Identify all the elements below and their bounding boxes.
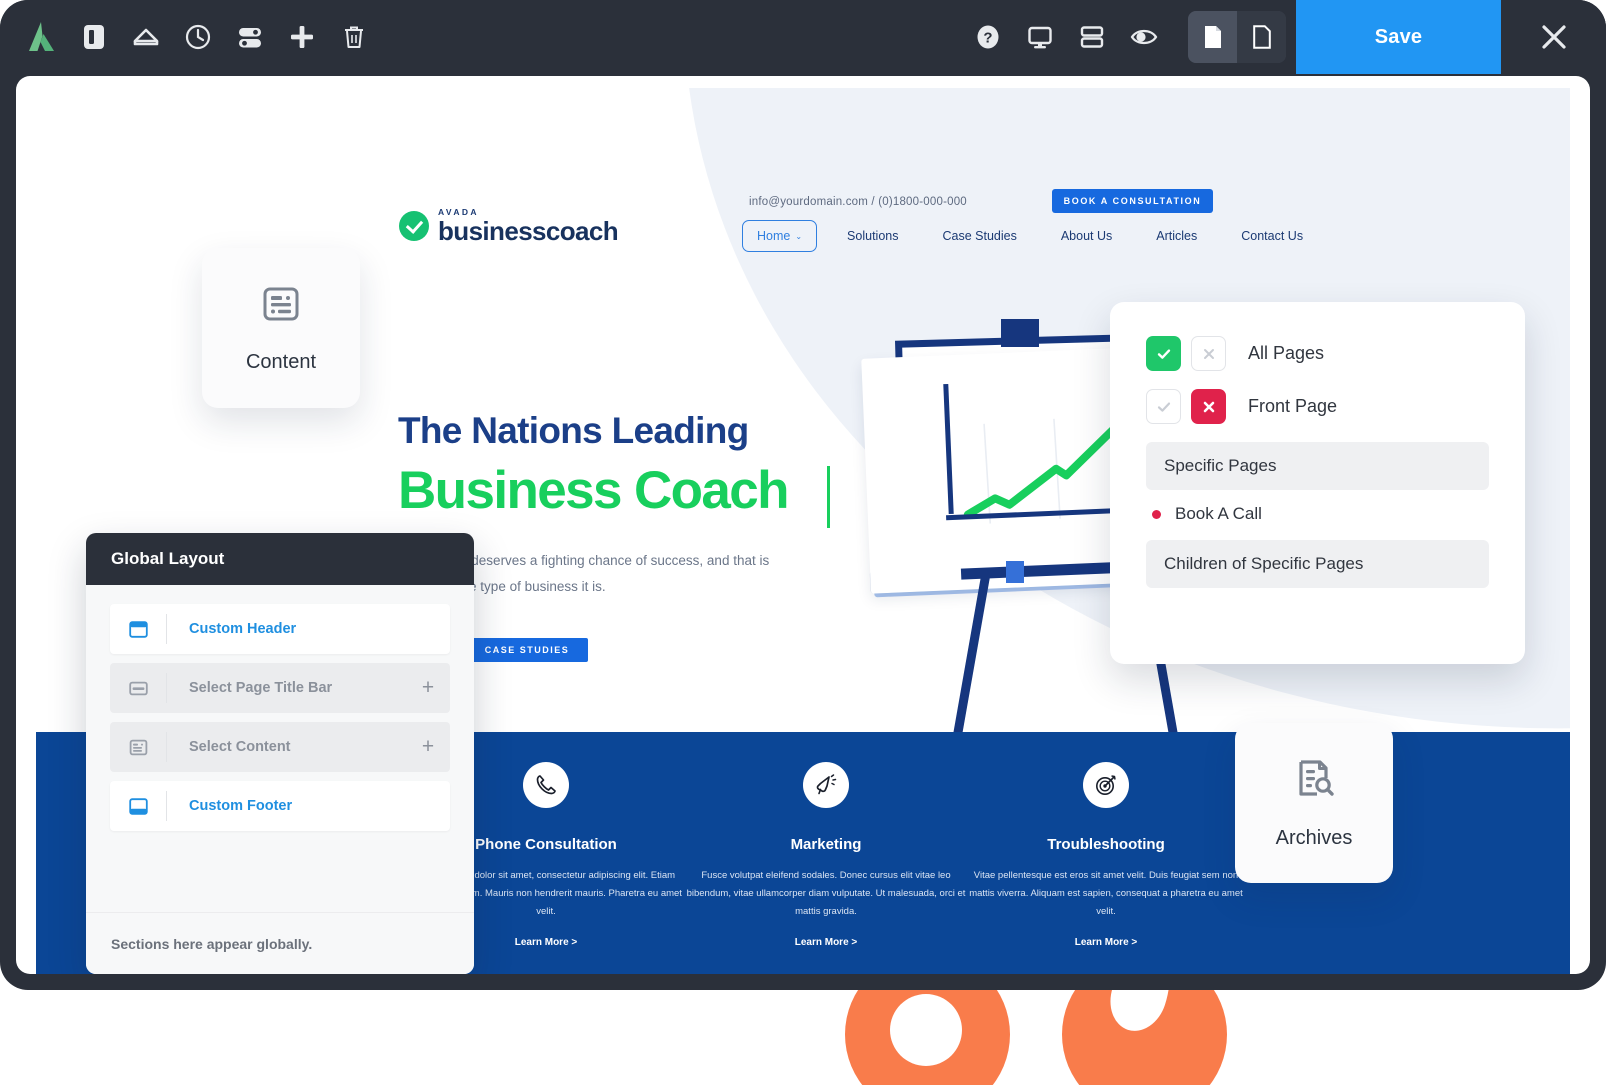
logo-name-text: businesscoach bbox=[438, 215, 619, 246]
easel-knob bbox=[1006, 561, 1024, 583]
feature-learn-more-link[interactable]: Learn More > bbox=[676, 937, 976, 948]
logo-wordmark: AVADA businesscoach bbox=[438, 208, 619, 246]
toolbar-right-group: ? Save bbox=[962, 0, 1606, 74]
target-icon bbox=[1083, 762, 1129, 808]
sidebar-toggle-icon[interactable] bbox=[68, 11, 120, 63]
global-layout-footer-note: Sections here appear globally. bbox=[86, 912, 474, 974]
blank-page-icon[interactable] bbox=[1237, 11, 1286, 63]
phone-icon bbox=[523, 762, 569, 808]
content-layout-icon bbox=[110, 738, 166, 757]
archives-card[interactable]: Archives bbox=[1235, 723, 1393, 883]
easel-clip bbox=[1001, 319, 1039, 347]
hero-headline-line2: Business Coach bbox=[398, 461, 790, 520]
condition-label-all-pages: All Pages bbox=[1248, 343, 1325, 363]
include-front-page-checkbox[interactable] bbox=[1146, 389, 1181, 424]
global-layout-row-page-title-bar[interactable]: Select Page Title Bar + bbox=[110, 663, 450, 713]
global-layout-rows: Custom Header Select Page Title Bar + Se… bbox=[86, 585, 474, 831]
footer-layout-icon bbox=[110, 797, 166, 816]
contact-info: info@yourdomain.com / (0)1800-000-000 bbox=[749, 196, 967, 208]
page-view-icon[interactable] bbox=[1188, 11, 1237, 63]
nav-item-contact-us[interactable]: Contact Us bbox=[1219, 229, 1325, 243]
condition-row-all-pages: All Pages bbox=[1146, 336, 1489, 371]
global-layout-title: Global Layout bbox=[86, 533, 474, 585]
condition-item-label: Book A Call bbox=[1175, 504, 1262, 523]
builder-toolbar: ? Save bbox=[0, 0, 1606, 74]
site-logo[interactable]: AVADA businesscoach bbox=[399, 208, 619, 246]
feature-title: Troubleshooting bbox=[1047, 836, 1165, 853]
nav-item-case-studies[interactable]: Case Studies bbox=[920, 229, 1038, 243]
chevron-down-icon: ⌄ bbox=[795, 231, 803, 241]
nav-item-home-label: Home bbox=[757, 229, 791, 243]
feature-learn-more-link[interactable]: Learn More > bbox=[956, 937, 1256, 948]
avada-live-builder: ? Save AVADA businesscoach info@yourdoma… bbox=[0, 0, 1606, 1085]
condition-group-specific-pages[interactable]: Specific Pages bbox=[1146, 442, 1489, 490]
trash-icon[interactable] bbox=[328, 11, 380, 63]
layers-icon[interactable] bbox=[120, 11, 172, 63]
global-layout-row-content[interactable]: Select Content + bbox=[110, 722, 450, 772]
case-studies-button[interactable]: CASE STUDIES bbox=[466, 638, 588, 662]
hero-text-cursor bbox=[827, 466, 830, 528]
exclude-all-pages-checkbox[interactable] bbox=[1191, 336, 1226, 371]
archive-search-icon bbox=[1291, 756, 1337, 807]
archives-card-label: Archives bbox=[1275, 827, 1353, 849]
avada-logo-icon[interactable] bbox=[16, 11, 68, 63]
content-block-icon bbox=[259, 282, 303, 331]
global-layout-row-custom-footer[interactable]: Custom Footer bbox=[110, 781, 450, 831]
display-conditions-panel: All Pages Front Page Specific Pages Book… bbox=[1110, 302, 1525, 664]
global-layout-row-custom-header[interactable]: Custom Header bbox=[110, 604, 450, 654]
add-icon[interactable] bbox=[276, 11, 328, 63]
megaphone-icon bbox=[803, 762, 849, 808]
condition-group-children-of-specific-pages[interactable]: Children of Specific Pages bbox=[1146, 540, 1489, 588]
site-nav: Home ⌄ Solutions Case Studies About Us A… bbox=[742, 220, 1325, 252]
feature-body: Vitae pellentesque est eros sit amet vel… bbox=[969, 870, 1243, 917]
easel-leg-left bbox=[950, 569, 991, 754]
content-card-label: Content bbox=[245, 351, 317, 373]
feature-body: Fusce volutpat eleifend sodales. Donec c… bbox=[686, 870, 966, 917]
history-icon[interactable] bbox=[172, 11, 224, 63]
logo-check-icon bbox=[399, 210, 429, 241]
responsive-icon[interactable] bbox=[1014, 11, 1066, 63]
hero-headline-line1: The Nations Leading bbox=[398, 410, 749, 451]
builder-window: ? Save AVADA businesscoach info@yourdoma… bbox=[0, 0, 1606, 990]
content-card[interactable]: Content bbox=[202, 248, 360, 408]
toolbar-left-group bbox=[0, 11, 380, 63]
global-layout-panel: Global Layout Custom Header Select Page … bbox=[86, 533, 474, 974]
feature-title: Marketing bbox=[790, 836, 862, 853]
global-layout-row-label: Select Page Title Bar bbox=[189, 680, 333, 696]
global-layout-row-label: Custom Footer bbox=[189, 798, 293, 814]
svg-text:?: ? bbox=[983, 30, 992, 47]
preview-canvas: AVADA businesscoach info@yourdomain.com … bbox=[16, 76, 1590, 974]
status-dot-icon bbox=[1152, 509, 1161, 519]
header-layout-icon bbox=[110, 620, 166, 639]
feature-card-marketing: Marketing Fusce volutpat eleifend sodale… bbox=[676, 762, 976, 948]
condition-label-front-page: Front Page bbox=[1248, 396, 1338, 416]
site-header: AVADA businesscoach info@yourdomain.com … bbox=[36, 88, 1570, 252]
nav-item-solutions[interactable]: Solutions bbox=[825, 229, 920, 243]
close-icon[interactable] bbox=[1501, 0, 1606, 74]
title-bar-icon bbox=[110, 679, 166, 698]
global-layout-row-label: Custom Header bbox=[189, 621, 297, 637]
add-content-button[interactable]: + bbox=[406, 735, 450, 759]
nav-item-home[interactable]: Home ⌄ bbox=[742, 220, 818, 252]
nav-item-about-us[interactable]: About Us bbox=[1039, 229, 1134, 243]
global-layout-row-label: Select Content bbox=[189, 739, 291, 755]
options-icon[interactable] bbox=[224, 11, 276, 63]
condition-row-front-page: Front Page bbox=[1146, 389, 1489, 424]
save-button[interactable]: Save bbox=[1296, 0, 1501, 74]
preview-icon[interactable] bbox=[1118, 11, 1170, 63]
view-mode-toggle-group bbox=[1188, 11, 1286, 63]
book-consultation-button[interactable]: BOOK A CONSULTATION bbox=[1052, 189, 1213, 213]
exclude-front-page-checkbox[interactable] bbox=[1191, 389, 1226, 424]
add-page-title-bar-button[interactable]: + bbox=[406, 676, 450, 700]
library-icon[interactable] bbox=[1066, 11, 1118, 63]
feature-card-troubleshooting: Troubleshooting Vitae pellentesque est e… bbox=[956, 762, 1256, 948]
condition-item-book-a-call[interactable]: Book A Call bbox=[1152, 504, 1489, 524]
nav-item-articles[interactable]: Articles bbox=[1134, 229, 1219, 243]
include-all-pages-checkbox[interactable] bbox=[1146, 336, 1181, 371]
help-icon[interactable]: ? bbox=[962, 11, 1014, 63]
